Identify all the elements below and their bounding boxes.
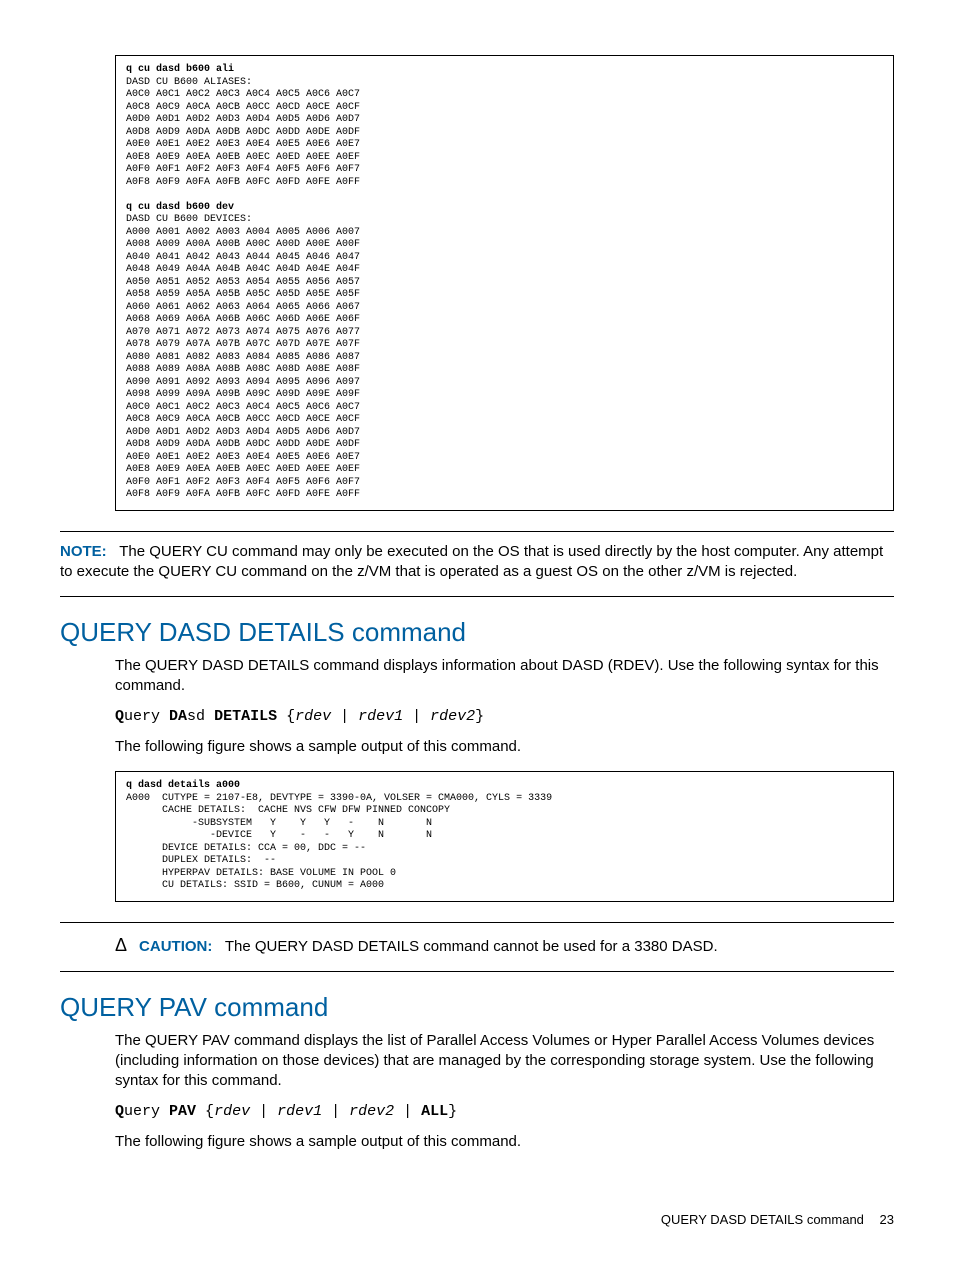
divider xyxy=(60,531,894,532)
caution-row: Δ CAUTION: The QUERY DASD DETAILS comman… xyxy=(115,933,894,957)
divider xyxy=(60,922,894,923)
pav-syntax: Query PAV {rdev | rdev1 | rdev2 | ALL} xyxy=(115,1102,894,1122)
footer-title: QUERY DASD DETAILS command xyxy=(661,1212,864,1227)
dasd-sample-text: The following figure shows a sample outp… xyxy=(115,737,894,757)
dasd-syntax: Query DAsd DETAILS {rdev | rdev1 | rdev2… xyxy=(115,707,894,727)
note-text: The QUERY CU command may only be execute… xyxy=(60,543,883,580)
code-box-dasd-details: q dasd details a000 A000 CUTYPE = 2107-E… xyxy=(115,771,894,902)
code-box-cu: q cu dasd b600 ali DASD CU B600 ALIASES:… xyxy=(115,55,894,511)
divider xyxy=(60,971,894,972)
dasd-intro: The QUERY DASD DETAILS command displays … xyxy=(115,656,894,697)
caution-label: CAUTION: xyxy=(139,938,212,955)
note-paragraph: NOTE: The QUERY CU command may only be e… xyxy=(60,542,894,583)
pav-sample-text: The following figure shows a sample outp… xyxy=(115,1132,894,1152)
page-number: 23 xyxy=(880,1212,894,1227)
heading-query-pav: QUERY PAV command xyxy=(60,990,894,1025)
divider xyxy=(60,596,894,597)
pav-intro: The QUERY PAV command displays the list … xyxy=(115,1031,894,1092)
caution-text: The QUERY DASD DETAILS command cannot be… xyxy=(225,938,718,955)
heading-query-dasd-details: QUERY DASD DETAILS command xyxy=(60,615,894,650)
page-footer: QUERY DASD DETAILS command 23 xyxy=(661,1211,894,1229)
caution-icon: Δ xyxy=(115,933,127,957)
note-label: NOTE: xyxy=(60,543,107,560)
